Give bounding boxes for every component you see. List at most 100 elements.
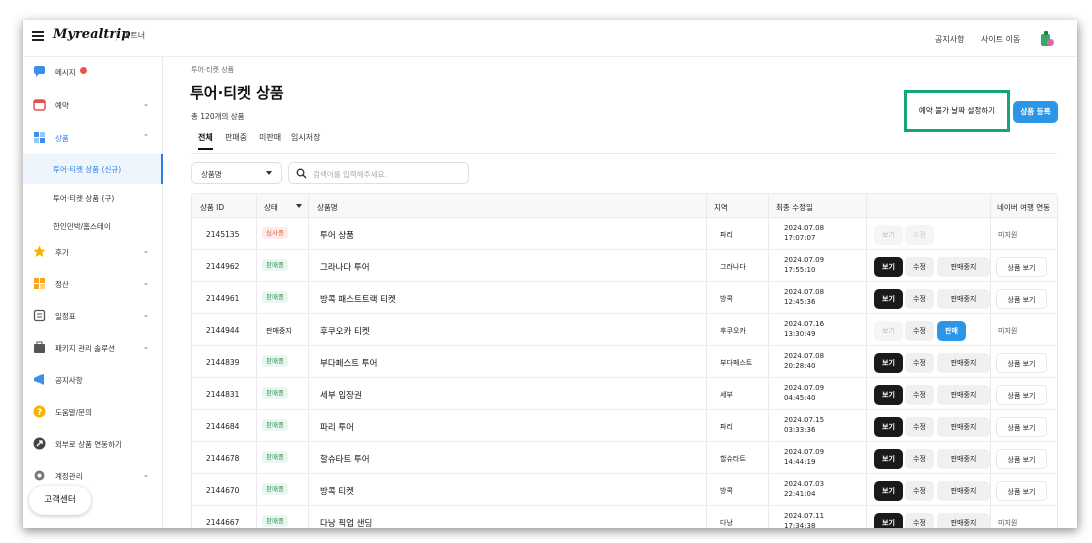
sidebar-item-notice[interactable]: 공지사항 — [23, 366, 163, 394]
product-region: 후쿠오카 — [720, 327, 746, 335]
stop-sale-button[interactable]: 판매중지 — [937, 481, 990, 501]
product-name[interactable]: 그라나다 투어 — [320, 261, 370, 273]
calendar-icon — [33, 98, 46, 111]
stop-sale-button[interactable]: 판매중지 — [937, 513, 990, 528]
product-name[interactable]: 후쿠오카 티켓 — [320, 325, 370, 337]
updated-date: 2024.07.09 14:44:19 — [784, 447, 824, 467]
product-name[interactable]: 할슈타트 투어 — [320, 453, 370, 465]
search-filter-select[interactable]: 상품명 — [191, 162, 282, 184]
stop-sale-button[interactable]: 판매중지 — [937, 385, 990, 405]
col-name: 상품명 — [317, 203, 338, 212]
avatar[interactable] — [1040, 30, 1054, 47]
sidebar-item-package[interactable]: 패키지 관리 솔루션 ⌄ — [23, 334, 163, 362]
sidebar-item-review[interactable]: 후기 ⌄ — [23, 238, 163, 266]
sidebar-subitem-tour-ticket-new[interactable]: 투어·티켓 상품 (신규) — [23, 154, 163, 184]
naver-product-view-button[interactable]: 상품 보기 — [996, 449, 1047, 469]
updated-day: 2024.07.11 — [784, 512, 825, 520]
updated-time: 20:28:40 — [784, 362, 816, 370]
sidebar-item-settlement[interactable]: 정산 ⌄ — [23, 270, 163, 298]
view-button[interactable]: 보기 — [874, 513, 903, 528]
sidebar-subitem-homestay[interactable]: 한인민박/홈스테이 — [23, 212, 163, 240]
naver-product-view-button[interactable]: 상품 보기 — [996, 385, 1047, 405]
product-name[interactable]: 세부 입장권 — [320, 389, 362, 401]
updated-date: 2024.07.08 17:07:07 — [784, 223, 824, 243]
product-name[interactable]: 방콕 패스트트랙 티켓 — [320, 293, 396, 305]
tab-selling[interactable]: 판매중 — [225, 132, 247, 143]
stop-sale-button[interactable]: 판매중지 — [937, 257, 990, 277]
message-icon — [33, 65, 46, 78]
set-unavailable-dates-button[interactable]: 예약 불가 날짜 설정하기 — [904, 90, 1010, 132]
sidebar-item-help[interactable]: ? 도움말/문의 — [23, 398, 163, 426]
product-id: 2145135 — [206, 230, 240, 239]
search-icon — [296, 168, 307, 179]
sidebar-subitem-tour-ticket-old[interactable]: 투어·티켓 상품 (구) — [23, 184, 163, 212]
edit-button[interactable]: 수정 — [905, 385, 934, 405]
sidebar-item-product[interactable]: 상품 ⌃ — [23, 124, 163, 152]
product-region: 방콕 — [720, 295, 733, 303]
sidebar-item-external-link[interactable]: 외부로 상품 연동하기 — [23, 430, 163, 458]
product-name[interactable]: 투어 상품 — [320, 229, 354, 241]
product-name[interactable]: 파리 투어 — [320, 421, 354, 433]
col-status[interactable]: 상태 — [264, 202, 278, 213]
notice-link[interactable]: 공지사항 — [935, 34, 964, 45]
edit-button[interactable]: 수정 — [905, 225, 934, 245]
naver-product-view-button[interactable]: 상품 보기 — [996, 289, 1047, 309]
view-button[interactable]: 보기 — [874, 321, 903, 341]
edit-button[interactable]: 수정 — [905, 481, 934, 501]
edit-button[interactable]: 수정 — [905, 353, 934, 373]
sidebar-item-label: 공지사항 — [55, 376, 83, 385]
site-move-link[interactable]: 사이트 이동 — [981, 34, 1020, 45]
sidebar-item-schedule[interactable]: 일정표 ⌄ — [23, 302, 163, 330]
naver-product-view-button[interactable]: 상품 보기 — [996, 353, 1047, 373]
tab-all[interactable]: 전체 — [198, 132, 213, 150]
view-button[interactable]: 보기 — [874, 481, 903, 501]
naver-product-view-button[interactable]: 상품 보기 — [996, 481, 1047, 501]
stop-sale-button[interactable]: 판매중지 — [937, 289, 990, 309]
updated-day: 2024.07.08 — [784, 288, 825, 296]
chevron-down-icon: ⌄ — [143, 279, 149, 287]
hamburger-menu-icon[interactable] — [32, 31, 44, 41]
tab-not-selling[interactable]: 미판매 — [259, 132, 281, 143]
view-button[interactable]: 보기 — [874, 417, 903, 437]
product-name[interactable]: 다낭 픽업 샌딩 — [320, 517, 372, 528]
naver-product-view-button[interactable]: 상품 보기 — [996, 257, 1047, 277]
product-id: 2144944 — [206, 326, 240, 335]
sort-caret-icon[interactable] — [296, 204, 302, 208]
view-button[interactable]: 보기 — [874, 225, 903, 245]
table-row: 2144670 판매중 방콕 티켓 방콕 2024.07.03 22:41:04 … — [192, 474, 1057, 506]
edit-button[interactable]: 수정 — [905, 449, 934, 469]
updated-date: 2024.07.11 17:34:38 — [784, 511, 824, 528]
edit-button[interactable]: 수정 — [905, 513, 934, 528]
sidebar-item-message[interactable]: 메시지 — [23, 58, 163, 86]
edit-button[interactable]: 수정 — [905, 257, 934, 277]
register-product-button[interactable]: 상품 등록 — [1013, 101, 1058, 123]
naver-product-view-button[interactable]: 상품 보기 — [996, 417, 1047, 437]
status-badge: 판매중 — [262, 387, 288, 399]
stop-sale-button[interactable]: 판매중지 — [937, 449, 990, 469]
product-name[interactable]: 방콕 티켓 — [320, 485, 354, 497]
sidebar-item-reservation[interactable]: 예약 ⌄ — [23, 91, 163, 119]
view-button[interactable]: 보기 — [874, 257, 903, 277]
view-button[interactable]: 보기 — [874, 353, 903, 373]
edit-button[interactable]: 수정 — [905, 289, 934, 309]
sidebar-item-label: 계정관리 — [55, 472, 83, 481]
product-name[interactable]: 부다페스트 투어 — [320, 357, 377, 369]
view-button[interactable]: 보기 — [874, 449, 903, 469]
naver-status: 미지원 — [998, 519, 1018, 527]
breadcrumb[interactable]: 투어·티켓 상품 — [191, 65, 234, 75]
customer-center-button[interactable]: 고객센터 — [29, 486, 91, 515]
view-button[interactable]: 보기 — [874, 289, 903, 309]
tab-draft[interactable]: 임시저장 — [291, 132, 320, 143]
view-button[interactable]: 보기 — [874, 385, 903, 405]
product-region: 다낭 — [720, 519, 733, 527]
edit-button[interactable]: 수정 — [905, 417, 934, 437]
product-id: 2144670 — [206, 486, 240, 495]
col-region: 지역 — [714, 203, 728, 212]
stop-sale-button[interactable]: 판매중지 — [937, 353, 990, 373]
edit-button[interactable]: 수정 — [905, 321, 934, 341]
updated-date: 2024.07.15 03:33:36 — [784, 415, 824, 435]
search-input[interactable]: 검색어를 입력해주세요. — [288, 162, 469, 184]
stop-sale-button[interactable]: 판매중지 — [937, 417, 990, 437]
sell-button[interactable]: 판매 — [937, 321, 966, 341]
product-count: 총 120개의 상품 — [191, 112, 245, 121]
